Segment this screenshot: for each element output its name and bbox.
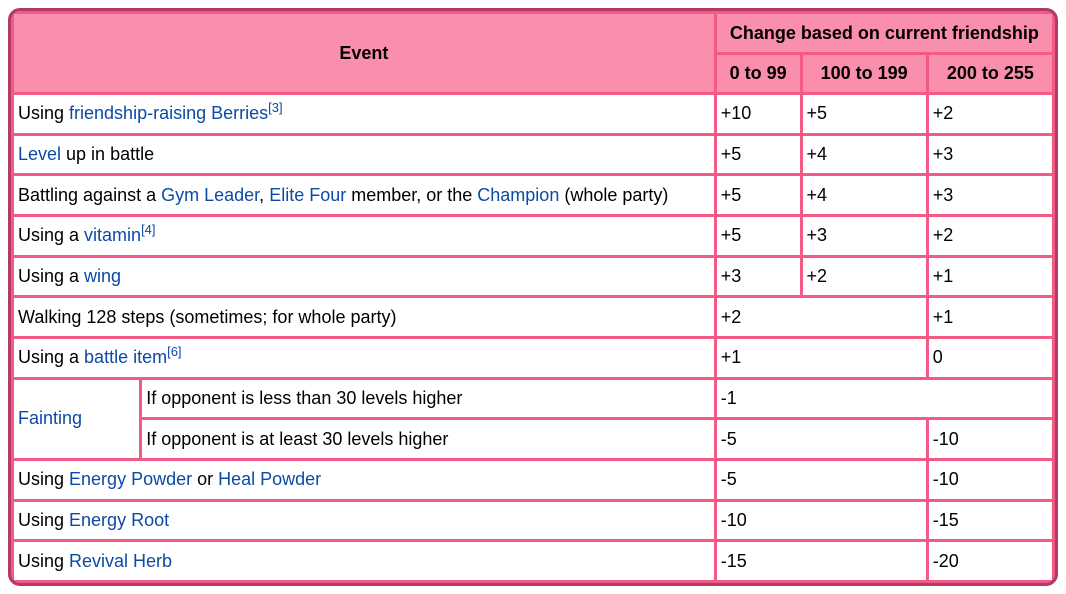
value-cell: +5 [716,216,800,255]
header-range-200-255: 200 to 255 [928,55,1052,92]
condition-cell: If opponent is less than 30 levels highe… [142,379,714,418]
value-cell: 0 [928,338,1052,377]
event-cell: Level up in battle [14,135,714,174]
event-cell: Using friendship-raising Berries[3] [14,95,714,133]
vitamin-link[interactable]: vitamin [84,225,141,245]
elite-four-link[interactable]: Elite Four [269,185,346,205]
reference-4-link[interactable]: [4] [141,222,155,237]
revival-herb-link[interactable]: Revival Herb [69,551,172,571]
value-cell: -15 [928,501,1052,540]
header-range-100-199: 100 to 199 [802,55,926,92]
value-cell: -15 [716,542,926,580]
header-event: Event [14,14,714,92]
table-row: Using friendship-raising Berries[3] +10 … [14,95,1052,133]
value-cell: +2 [716,298,926,336]
event-cell: Walking 128 steps (sometimes; for whole … [14,298,714,336]
event-cell: Fainting [14,379,140,458]
reference-6-link[interactable]: [6] [167,344,181,359]
champion-link[interactable]: Champion [477,185,559,205]
battle-item-link[interactable]: battle item [84,347,167,367]
fainting-link[interactable]: Fainting [18,408,82,428]
value-cell: +1 [928,257,1052,296]
energy-root-link[interactable]: Energy Root [69,510,169,530]
table-row: Using a wing +3 +2 +1 [14,257,1052,296]
value-cell: +1 [928,298,1052,336]
header-row-1: Event Change based on current friendship [14,14,1052,92]
value-cell: +10 [716,95,800,133]
table-row: Walking 128 steps (sometimes; for whole … [14,298,1052,336]
event-cell: Using a wing [14,257,714,296]
value-cell: -1 [716,379,1052,418]
friendship-table-frame: Event Change based on current friendship… [8,8,1058,586]
gym-leader-link[interactable]: Gym Leader [161,185,259,205]
event-cell: Battling against a Gym Leader, Elite Fou… [14,176,714,214]
table-row: If opponent is at least 30 levels higher… [14,420,1052,458]
event-cell: Using Energy Powder or Heal Powder [14,460,714,499]
value-cell: +5 [802,95,926,133]
event-cell: Using Revival Herb [14,542,714,580]
value-cell: -10 [716,501,926,540]
table-row: Using Revival Herb -15 -20 [14,542,1052,580]
energy-powder-link[interactable]: Energy Powder [69,469,192,489]
value-cell: +3 [802,216,926,255]
event-cell: Using a vitamin[4] [14,216,714,255]
value-cell: +1 [716,338,926,377]
value-cell: +2 [802,257,926,296]
event-cell: Using a battle item[6] [14,338,714,377]
value-cell: +5 [716,135,800,174]
value-cell: +3 [716,257,800,296]
value-cell: -5 [716,420,926,458]
table-row: Battling against a Gym Leader, Elite Fou… [14,176,1052,214]
value-cell: +3 [928,135,1052,174]
value-cell: +2 [928,95,1052,133]
friendship-table: Event Change based on current friendship… [11,11,1055,583]
value-cell: +2 [928,216,1052,255]
header-range-0-99: 0 to 99 [716,55,800,92]
reference-3-link[interactable]: [3] [268,100,282,115]
value-cell: -10 [928,460,1052,499]
event-cell: Using Energy Root [14,501,714,540]
friendship-berries-link[interactable]: friendship-raising Berries [69,103,268,123]
condition-cell: If opponent is at least 30 levels higher [142,420,714,458]
table-row: Using a vitamin[4] +5 +3 +2 [14,216,1052,255]
value-cell: -5 [716,460,926,499]
value-cell: +3 [928,176,1052,214]
table-row: Level up in battle +5 +4 +3 [14,135,1052,174]
value-cell: -20 [928,542,1052,580]
value-cell: +5 [716,176,800,214]
table-row: Fainting If opponent is less than 30 lev… [14,379,1052,458]
value-cell: -10 [928,420,1052,458]
table-row: Using Energy Powder or Heal Powder -5 -1… [14,460,1052,499]
wing-link[interactable]: wing [84,266,121,286]
header-change-group: Change based on current friendship [716,14,1052,52]
value-cell: +4 [802,176,926,214]
heal-powder-link[interactable]: Heal Powder [218,469,321,489]
table-row: Using a battle item[6] +1 0 [14,338,1052,377]
table-row: Using Energy Root -10 -15 [14,501,1052,540]
value-cell: +4 [802,135,926,174]
level-link[interactable]: Level [18,144,61,164]
